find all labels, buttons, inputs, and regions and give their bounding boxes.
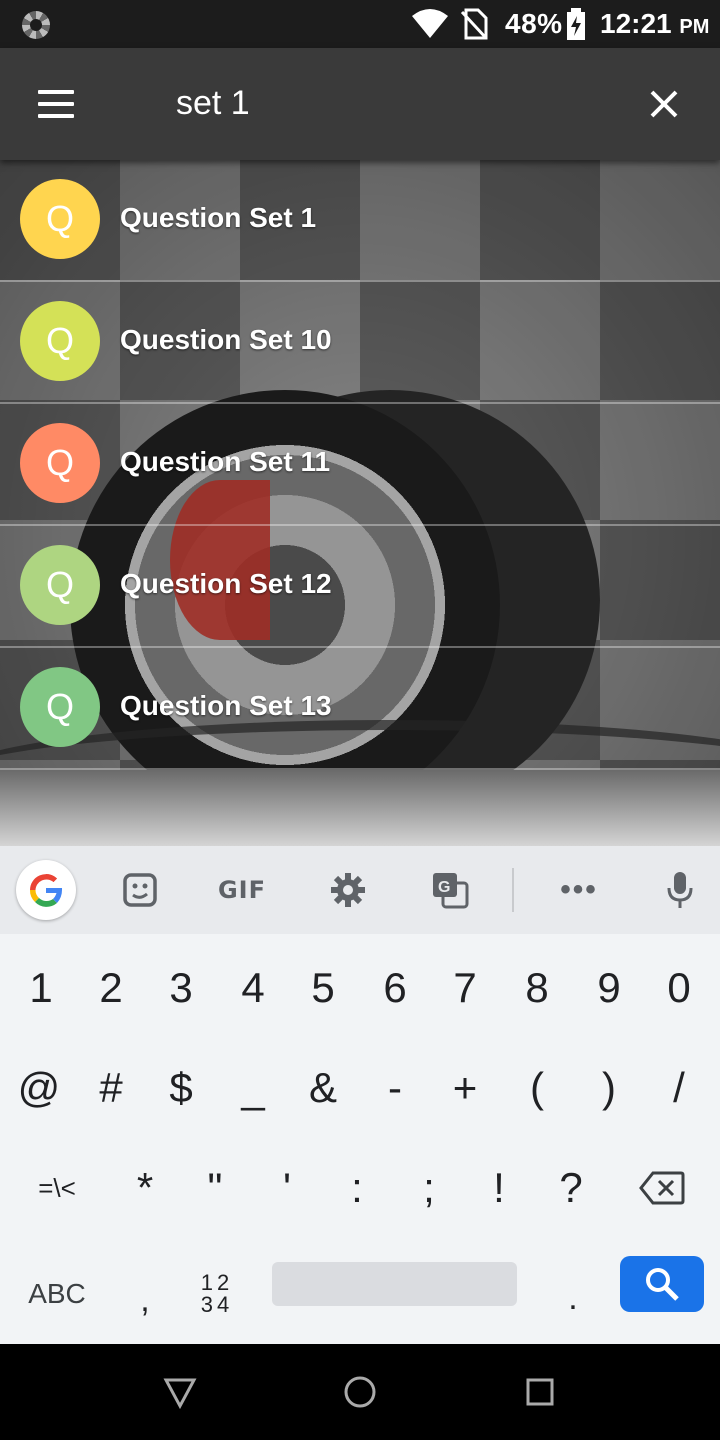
abc-key[interactable]: ABC [12, 1244, 102, 1344]
key[interactable]: 7 [430, 938, 500, 1038]
key[interactable]: ! [464, 1138, 534, 1238]
key[interactable]: _ [218, 1038, 288, 1138]
search-icon [646, 1268, 679, 1301]
battery-charging-icon [567, 8, 585, 40]
settings-gear-icon[interactable] [326, 870, 370, 910]
microphone-icon[interactable] [662, 870, 698, 910]
avatar: Q [20, 667, 100, 747]
back-icon[interactable] [160, 1374, 200, 1410]
more-symbols-key[interactable]: =\< [14, 1138, 100, 1238]
search-key[interactable] [620, 1256, 704, 1312]
background-fade [0, 770, 720, 846]
sticker-icon[interactable] [118, 870, 162, 910]
key[interactable]: * [110, 1138, 180, 1238]
gif-button[interactable]: GIF [212, 870, 272, 910]
wifi-icon [412, 9, 448, 38]
search-input[interactable]: set 1 [176, 84, 250, 123]
keyboard-row-symbols: @ # $ _ & - + ( ) / [0, 1038, 720, 1138]
hamburger-menu-icon[interactable] [36, 88, 76, 120]
keyboard-row-bottom: ABC , 12 34 . [0, 1244, 720, 1344]
more-options-icon[interactable]: ••• [556, 870, 602, 910]
translate-icon[interactable]: G [430, 870, 470, 910]
toolbar-divider [512, 868, 514, 912]
key[interactable]: 8 [502, 938, 572, 1038]
space-bar[interactable] [272, 1262, 517, 1306]
key[interactable]: 1 [6, 938, 76, 1038]
avatar: Q [20, 545, 100, 625]
no-sim-icon [460, 8, 488, 40]
on-screen-keyboard: GIF G ••• 1 2 3 4 5 6 7 8 9 0 @ # $ _ & … [0, 846, 720, 1344]
key[interactable]: " [180, 1138, 250, 1238]
avatar: Q [20, 179, 100, 259]
search-results-list: Q Question Set 1 Q Question Set 10 Q Que… [0, 160, 720, 770]
list-item-title: Question Set 10 [120, 324, 332, 355]
sync-icon [22, 11, 50, 39]
avatar: Q [20, 423, 100, 503]
key[interactable]: 2 [76, 938, 146, 1038]
list-item[interactable]: Q Question Set 12 [0, 526, 720, 648]
navigation-bar [0, 1344, 720, 1440]
avatar: Q [20, 301, 100, 381]
home-icon[interactable] [340, 1374, 380, 1410]
backspace-icon[interactable] [620, 1138, 704, 1238]
key[interactable]: 4 [218, 938, 288, 1038]
list-item[interactable]: Q Question Set 1 [0, 160, 720, 282]
screen: 48% 12:21 PM set 1 Q Question Set 1 Q Qu… [0, 0, 720, 1440]
search-app-bar: set 1 [0, 48, 720, 160]
list-item-title: Question Set 13 [120, 690, 332, 721]
keyboard-row-symbols-2: =\< * " ' : ; ! ? [0, 1138, 720, 1238]
key[interactable]: + [430, 1038, 500, 1138]
key[interactable]: # [76, 1038, 146, 1138]
key[interactable]: 0 [644, 938, 714, 1038]
list-item-title: Question Set 11 [120, 446, 331, 477]
recents-icon[interactable] [520, 1374, 560, 1410]
key[interactable]: & [288, 1038, 358, 1138]
key[interactable]: ; [394, 1138, 464, 1238]
numpad-key-bottom: 34 [200, 1292, 234, 1317]
key[interactable]: @ [4, 1038, 74, 1138]
numpad-key[interactable]: 12 34 [182, 1244, 252, 1344]
comma-key[interactable]: , [110, 1250, 180, 1350]
close-icon[interactable] [644, 84, 684, 124]
key[interactable]: 3 [146, 938, 216, 1038]
key[interactable]: $ [146, 1038, 216, 1138]
list-item[interactable]: Q Question Set 10 [0, 282, 720, 404]
list-item-title: Question Set 1 [120, 202, 317, 233]
status-bar: 48% 12:21 PM [0, 0, 720, 48]
keyboard-row-digits: 1 2 3 4 5 6 7 8 9 0 [0, 938, 720, 1038]
key[interactable]: ) [574, 1038, 644, 1138]
battery-percent: 48% [505, 8, 563, 39]
clock: 12:21 PM [600, 8, 709, 40]
list-item[interactable]: Q Question Set 13 [0, 648, 720, 770]
key[interactable]: ( [502, 1038, 572, 1138]
period-key[interactable]: . [538, 1248, 608, 1348]
numpad-key-top: 12 [200, 1270, 234, 1295]
key[interactable]: ' [252, 1138, 322, 1238]
key[interactable]: 5 [288, 938, 358, 1038]
key[interactable]: ? [536, 1138, 606, 1238]
key[interactable]: : [322, 1138, 392, 1238]
key[interactable]: - [360, 1038, 430, 1138]
list-item[interactable]: Q Question Set 11 [0, 404, 720, 526]
clock-ampm: PM [679, 16, 710, 38]
google-icon[interactable] [16, 860, 76, 920]
svg-text:G: G [438, 879, 450, 896]
keyboard-toolbar: GIF G ••• [0, 846, 720, 934]
clock-time: 12:21 [600, 8, 672, 39]
key[interactable]: 9 [574, 938, 644, 1038]
key[interactable]: / [644, 1038, 714, 1138]
key[interactable]: 6 [360, 938, 430, 1038]
list-item-title: Question Set 12 [120, 568, 332, 599]
